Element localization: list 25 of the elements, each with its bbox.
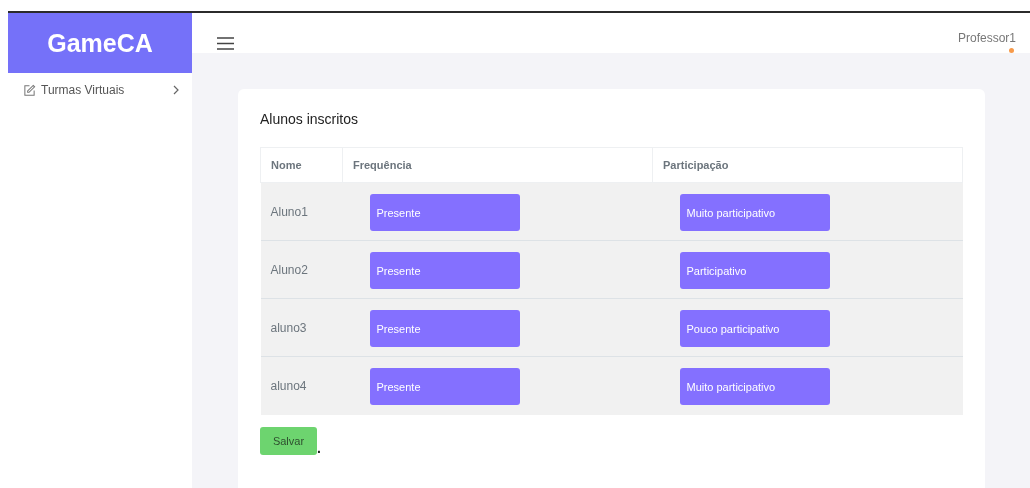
participation-select[interactable]: Pouco participativo xyxy=(679,310,830,347)
frequency-select[interactable]: Presente xyxy=(369,368,520,406)
table-cell: Aluno2 xyxy=(260,240,343,299)
user-name[interactable]: Professor1 xyxy=(957,31,1016,45)
participation-select[interactable]: Participativo xyxy=(679,252,830,289)
table-cell: Aluno1 xyxy=(260,182,343,241)
column-header: Nome xyxy=(260,147,343,183)
frequency-select[interactable]: Presente xyxy=(369,252,520,289)
save-button[interactable]: Salvar xyxy=(260,426,317,455)
column-header: Frequência xyxy=(342,147,653,183)
menu-icon[interactable] xyxy=(217,37,234,50)
frequency-select[interactable]: Presente xyxy=(369,310,520,347)
logo: GameCA xyxy=(8,13,192,73)
sidebar-item[interactable]: Turmas Virtuais xyxy=(8,73,192,97)
card-title: Alunos inscritos xyxy=(260,111,360,127)
table-cell: aluno4 xyxy=(260,356,343,415)
edit-icon xyxy=(23,83,36,97)
participation-select[interactable]: Muito participativo xyxy=(679,194,830,231)
column-header: Participação xyxy=(652,147,963,183)
frequency-select[interactable]: Presente xyxy=(369,194,520,231)
participation-select[interactable]: Muito participativo xyxy=(679,368,830,406)
status-dot xyxy=(1009,48,1014,53)
period-mark: . xyxy=(317,440,321,455)
sidebar-item-label: Turmas Virtuais xyxy=(41,83,126,97)
table-cell: aluno3 xyxy=(260,298,343,357)
